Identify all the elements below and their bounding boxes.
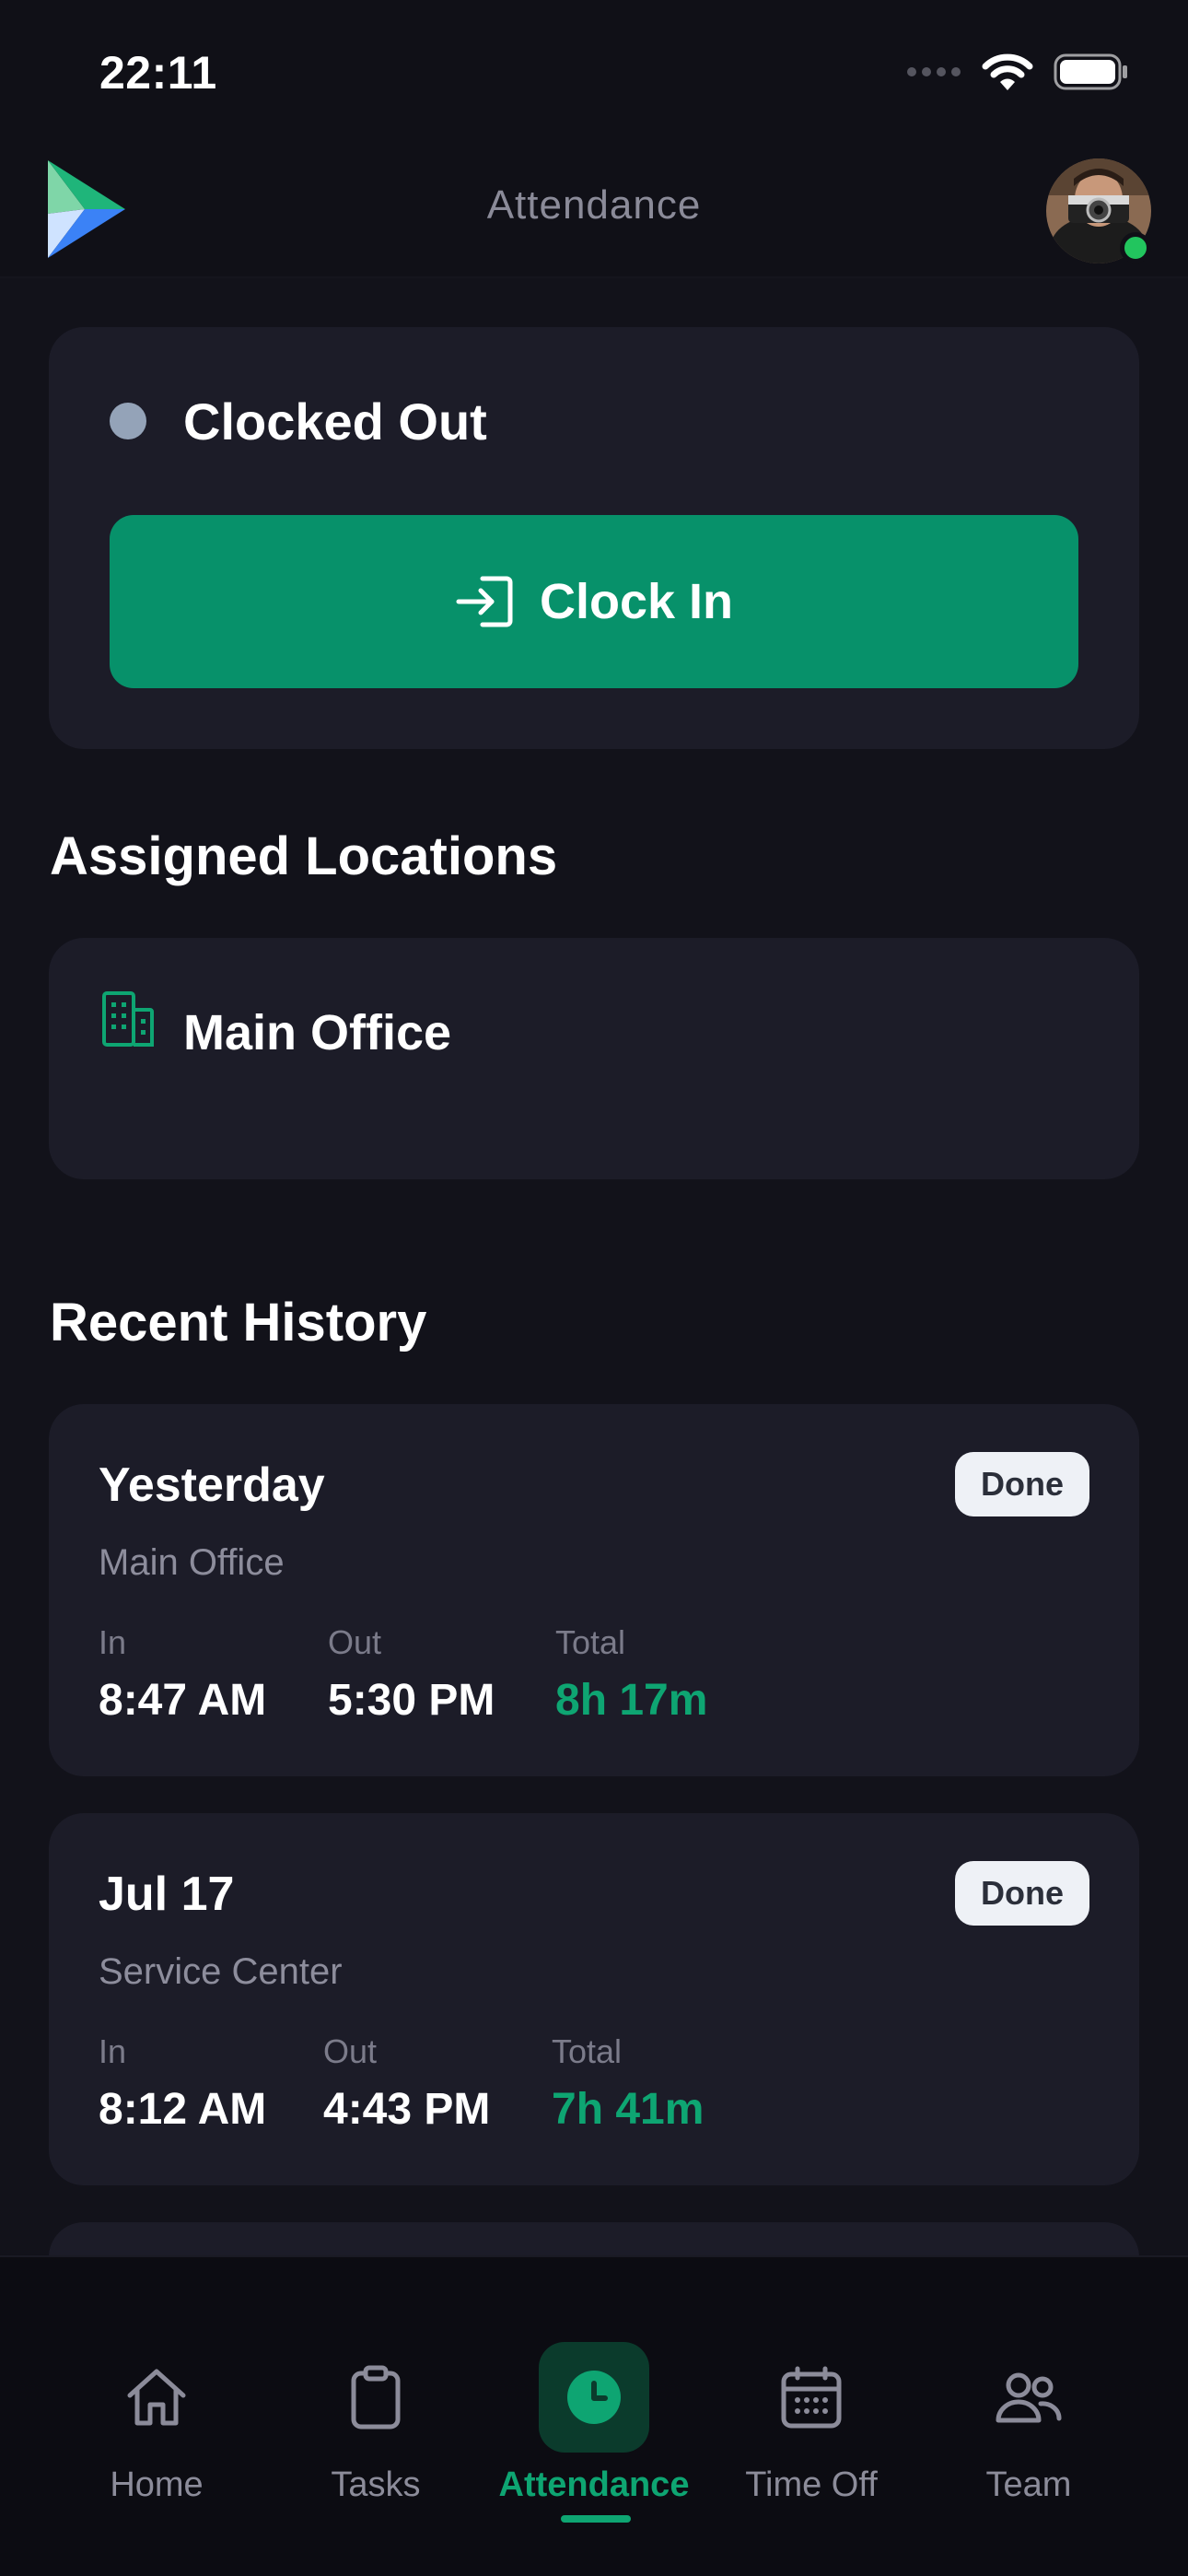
tab-tasks-label: Tasks xyxy=(331,2465,421,2504)
page-title: Attendance xyxy=(486,182,702,228)
online-status-dot xyxy=(1120,232,1151,263)
tab-time-off-label: Time Off xyxy=(745,2465,878,2504)
status-bar: 22:11 xyxy=(0,0,1188,138)
location-card-main-office[interactable]: Main Office xyxy=(49,938,1139,1179)
in-time: 8:12 AM xyxy=(99,2085,267,2134)
user-avatar[interactable] xyxy=(1046,158,1151,263)
location-name: Main Office xyxy=(183,1005,452,1060)
tab-home[interactable]: Home xyxy=(46,2300,267,2512)
recent-history-title: Recent History xyxy=(50,1293,427,1352)
total-duration: 8h 17m xyxy=(555,1676,708,1725)
status-time: 22:11 xyxy=(99,47,217,99)
clock-status-text: Clocked Out xyxy=(183,392,487,451)
history-card[interactable]: Yesterday Done Main Office In 8:47 AM Ou… xyxy=(49,1404,1139,1776)
status-indicator-dot xyxy=(110,403,146,439)
assigned-locations-title: Assigned Locations xyxy=(50,826,558,886)
tab-home-label: Home xyxy=(110,2465,204,2504)
total-duration: 7h 41m xyxy=(552,2085,705,2134)
tab-team-label: Team xyxy=(985,2465,1072,2504)
home-icon xyxy=(127,2369,186,2426)
clock-status-card: Clocked Out Clock In xyxy=(49,327,1139,749)
building-icon xyxy=(102,991,154,1047)
in-label: In xyxy=(99,1623,127,1661)
out-time: 5:30 PM xyxy=(328,1676,495,1725)
clock-in-button[interactable]: Clock In xyxy=(110,515,1078,688)
tab-tasks[interactable]: Tasks xyxy=(265,2300,486,2512)
status-badge: Done xyxy=(955,1452,1089,1516)
out-label: Out xyxy=(328,1623,382,1661)
clock-in-label: Clock In xyxy=(539,574,734,629)
tab-time-off-icon-wrap xyxy=(756,2342,867,2453)
clock-in-column: In 8:47 AM xyxy=(99,1623,266,1726)
history-date: Jul 17 xyxy=(99,1868,235,1921)
status-icons xyxy=(906,52,1129,92)
in-time: 8:47 AM xyxy=(99,1676,267,1725)
out-label: Out xyxy=(323,2032,378,2070)
tab-attendance-icon-wrap xyxy=(539,2342,649,2453)
bottom-tab-bar: Home Tasks Attendance Time Off Team xyxy=(0,2255,1188,2576)
history-date: Yesterday xyxy=(99,1458,325,1512)
total-label: Total xyxy=(555,1623,626,1661)
attendance-screen: 22:11 Attendance Clocked Out Clock In As… xyxy=(0,0,1188,2576)
tab-tasks-icon-wrap xyxy=(320,2342,431,2453)
team-icon xyxy=(996,2372,1062,2423)
clock-icon xyxy=(567,2371,621,2424)
signal-icon xyxy=(907,67,961,76)
active-tab-indicator xyxy=(561,2515,631,2523)
clipboard-icon xyxy=(351,2365,401,2430)
tab-home-icon-wrap xyxy=(101,2342,212,2453)
clock-out-column: Out 5:30 PM xyxy=(328,1623,495,1726)
tab-team[interactable]: Team xyxy=(918,2300,1139,2512)
history-card[interactable]: Jul 17 Done Service Center In 8:12 AM Ou… xyxy=(49,1813,1139,2185)
clock-out-column: Out 4:43 PM xyxy=(323,2032,490,2135)
history-location: Service Center xyxy=(99,1951,343,1992)
tab-attendance-label: Attendance xyxy=(498,2465,690,2504)
clock-in-column: In 8:12 AM xyxy=(99,2032,266,2135)
total-column: Total 7h 41m xyxy=(552,2032,704,2135)
total-column: Total 8h 17m xyxy=(555,1623,707,1726)
out-time: 4:43 PM xyxy=(323,2085,491,2134)
total-label: Total xyxy=(552,2032,623,2070)
status-badge: Done xyxy=(955,1861,1089,1926)
app-header: Attendance xyxy=(0,138,1188,278)
tab-time-off[interactable]: Time Off xyxy=(701,2300,922,2512)
tab-attendance[interactable]: Attendance xyxy=(483,2300,705,2523)
wifi-icon xyxy=(982,53,1033,90)
login-icon xyxy=(456,576,513,627)
tab-team-icon-wrap xyxy=(973,2342,1084,2453)
in-label: In xyxy=(99,2032,127,2070)
calendar-icon xyxy=(781,2366,842,2429)
battery-icon xyxy=(1054,53,1127,90)
history-location: Main Office xyxy=(99,1542,285,1583)
